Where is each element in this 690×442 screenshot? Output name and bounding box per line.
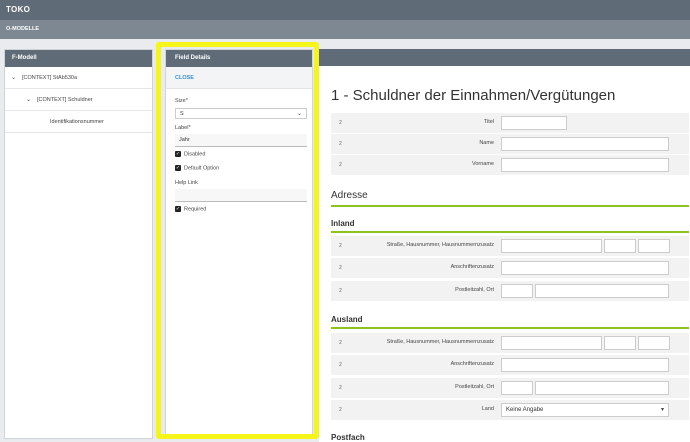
row-number: 2 xyxy=(339,385,342,391)
size-select-value: S xyxy=(180,111,184,117)
disabled-label: Disabled xyxy=(184,151,206,158)
field-details-panel: Field Details CLOSE Size* S ⌄ Label* Jah… xyxy=(165,49,313,436)
default-option-label: Default Option xyxy=(184,165,220,172)
form-row-titel: 2 Titel xyxy=(331,113,689,133)
form-row-anschriftenzusatz: 2 Anschriftenzusatz xyxy=(331,258,689,278)
form-row-plz-ort: 2 Postleitzahl, Ort xyxy=(331,281,689,301)
required-label: Required xyxy=(184,206,207,213)
name-input[interactable] xyxy=(501,137,669,151)
postleitzahl-input[interactable] xyxy=(501,284,533,298)
hausnummer-input[interactable] xyxy=(604,336,636,350)
ort-input[interactable] xyxy=(535,381,669,395)
row-number: 2 xyxy=(339,243,342,249)
row-label: Straße, Hausnummer, Hausnummernzusatz xyxy=(386,242,494,248)
breadcrumb-bar: O-MODELLE xyxy=(0,20,690,39)
row-label: Name xyxy=(479,140,494,146)
land-select[interactable]: Keine Angabe ▾ xyxy=(501,403,669,417)
tree-item-label: [CONTEXT] Schuldner xyxy=(37,97,93,103)
checkbox-checked-icon[interactable]: ✓ xyxy=(175,151,181,157)
row-number: 2 xyxy=(339,162,342,168)
tree-item-context-stab530a[interactable]: ⌄ [CONTEXT] StAb530a xyxy=(5,67,152,89)
section-postfach: Postfach xyxy=(331,433,365,442)
form-row-name: 2 Name xyxy=(331,134,689,154)
row-number: 2 xyxy=(339,265,342,271)
breadcrumb[interactable]: O-MODELLE xyxy=(6,26,39,32)
label-input[interactable]: Jahr xyxy=(175,134,307,147)
tree-item-identifikationsnummer[interactable]: Identifikationsnummer xyxy=(5,111,152,133)
form-title: 1 - Schuldner der Einnahmen/Vergütungen xyxy=(331,87,616,104)
row-label: Land xyxy=(481,406,494,412)
ort-input[interactable] xyxy=(535,284,669,298)
titel-input[interactable] xyxy=(501,116,567,130)
form-row-vorname: 2 Vorname xyxy=(331,155,689,175)
chevron-down-icon[interactable]: ⌄ xyxy=(11,74,16,81)
label-label: Label* xyxy=(175,125,191,131)
field-details-header: Field Details xyxy=(166,50,312,67)
caret-down-icon: ▾ xyxy=(660,407,664,413)
row-label: Anschriftenzusatz xyxy=(450,361,494,367)
row-label: Postleitzahl, Ort xyxy=(455,287,494,293)
tree-header: F-Modell xyxy=(5,50,152,67)
section-ausland: Ausland xyxy=(331,315,689,329)
required-checkbox[interactable]: ✓ Required xyxy=(175,206,206,212)
strasse-input[interactable] xyxy=(501,336,602,350)
postleitzahl-input[interactable] xyxy=(501,381,533,395)
anschriftenzusatz-input[interactable] xyxy=(501,358,669,372)
row-label: Titel xyxy=(483,119,494,125)
help-link-label: Help Link xyxy=(175,180,198,186)
form-row-land: 2 Land Keine Angabe ▾ xyxy=(331,400,689,420)
checkbox-checked-icon[interactable]: ✓ xyxy=(175,165,181,171)
chevron-down-icon: ⌄ xyxy=(296,111,302,117)
form-preview: 1 - Schuldner der Einnahmen/Vergütungen … xyxy=(319,49,690,442)
strasse-input[interactable] xyxy=(501,239,602,253)
app-title: TOKO xyxy=(6,5,31,14)
form-header-strip xyxy=(319,49,690,66)
vorname-input[interactable] xyxy=(501,158,669,172)
close-button[interactable]: CLOSE xyxy=(175,75,194,81)
anschriftenzusatz-input[interactable] xyxy=(501,261,669,275)
row-number: 2 xyxy=(339,407,342,413)
hausnummernzusatz-input[interactable] xyxy=(638,336,670,350)
hausnummer-input[interactable] xyxy=(604,239,636,253)
model-tree-panel: F-Modell ⌄ [CONTEXT] StAb530a ⌄ [CONTEXT… xyxy=(4,49,153,439)
form-row-plz-ort-ausland: 2 Postleitzahl, Ort xyxy=(331,378,689,398)
size-label: Size* xyxy=(175,98,188,104)
row-number: 2 xyxy=(339,340,342,346)
section-inland: Inland xyxy=(331,219,689,233)
row-number: 2 xyxy=(339,362,342,368)
row-label: Anschriftenzusatz xyxy=(450,264,494,270)
app-topbar: TOKO xyxy=(0,0,690,20)
form-row-strasse: 2 Straße, Hausnummer, Hausnummernzusatz xyxy=(331,236,689,256)
row-label: Postleitzahl, Ort xyxy=(455,384,494,390)
help-link-input[interactable] xyxy=(175,189,307,202)
default-option-checkbox[interactable]: ✓ Default Option xyxy=(175,165,219,171)
disabled-checkbox[interactable]: ✓ Disabled xyxy=(175,151,205,157)
form-row-strasse-ausland: 2 Straße, Hausnummer, Hausnummernzusatz xyxy=(331,333,689,353)
checkbox-checked-icon[interactable]: ✓ xyxy=(175,206,181,212)
row-number: 2 xyxy=(339,288,342,294)
chevron-down-icon[interactable]: ⌄ xyxy=(26,96,31,103)
tree-item-context-schuldner[interactable]: ⌄ [CONTEXT] Schuldner xyxy=(5,89,152,111)
form-row-anschriftenzusatz-ausland: 2 Anschriftenzusatz xyxy=(331,355,689,375)
row-number: 2 xyxy=(339,120,342,126)
land-select-value: Keine Angabe xyxy=(506,407,544,413)
size-select[interactable]: S ⌄ xyxy=(175,108,307,119)
row-number: 2 xyxy=(339,141,342,147)
tree-item-label: [CONTEXT] StAb530a xyxy=(22,75,78,81)
section-adresse: Adresse xyxy=(331,190,689,207)
row-label: Vorname xyxy=(471,161,494,167)
tree-item-label: Identifikationsnummer xyxy=(50,119,104,125)
row-label: Straße, Hausnummer, Hausnummernzusatz xyxy=(386,339,494,345)
hausnummernzusatz-input[interactable] xyxy=(638,239,670,253)
